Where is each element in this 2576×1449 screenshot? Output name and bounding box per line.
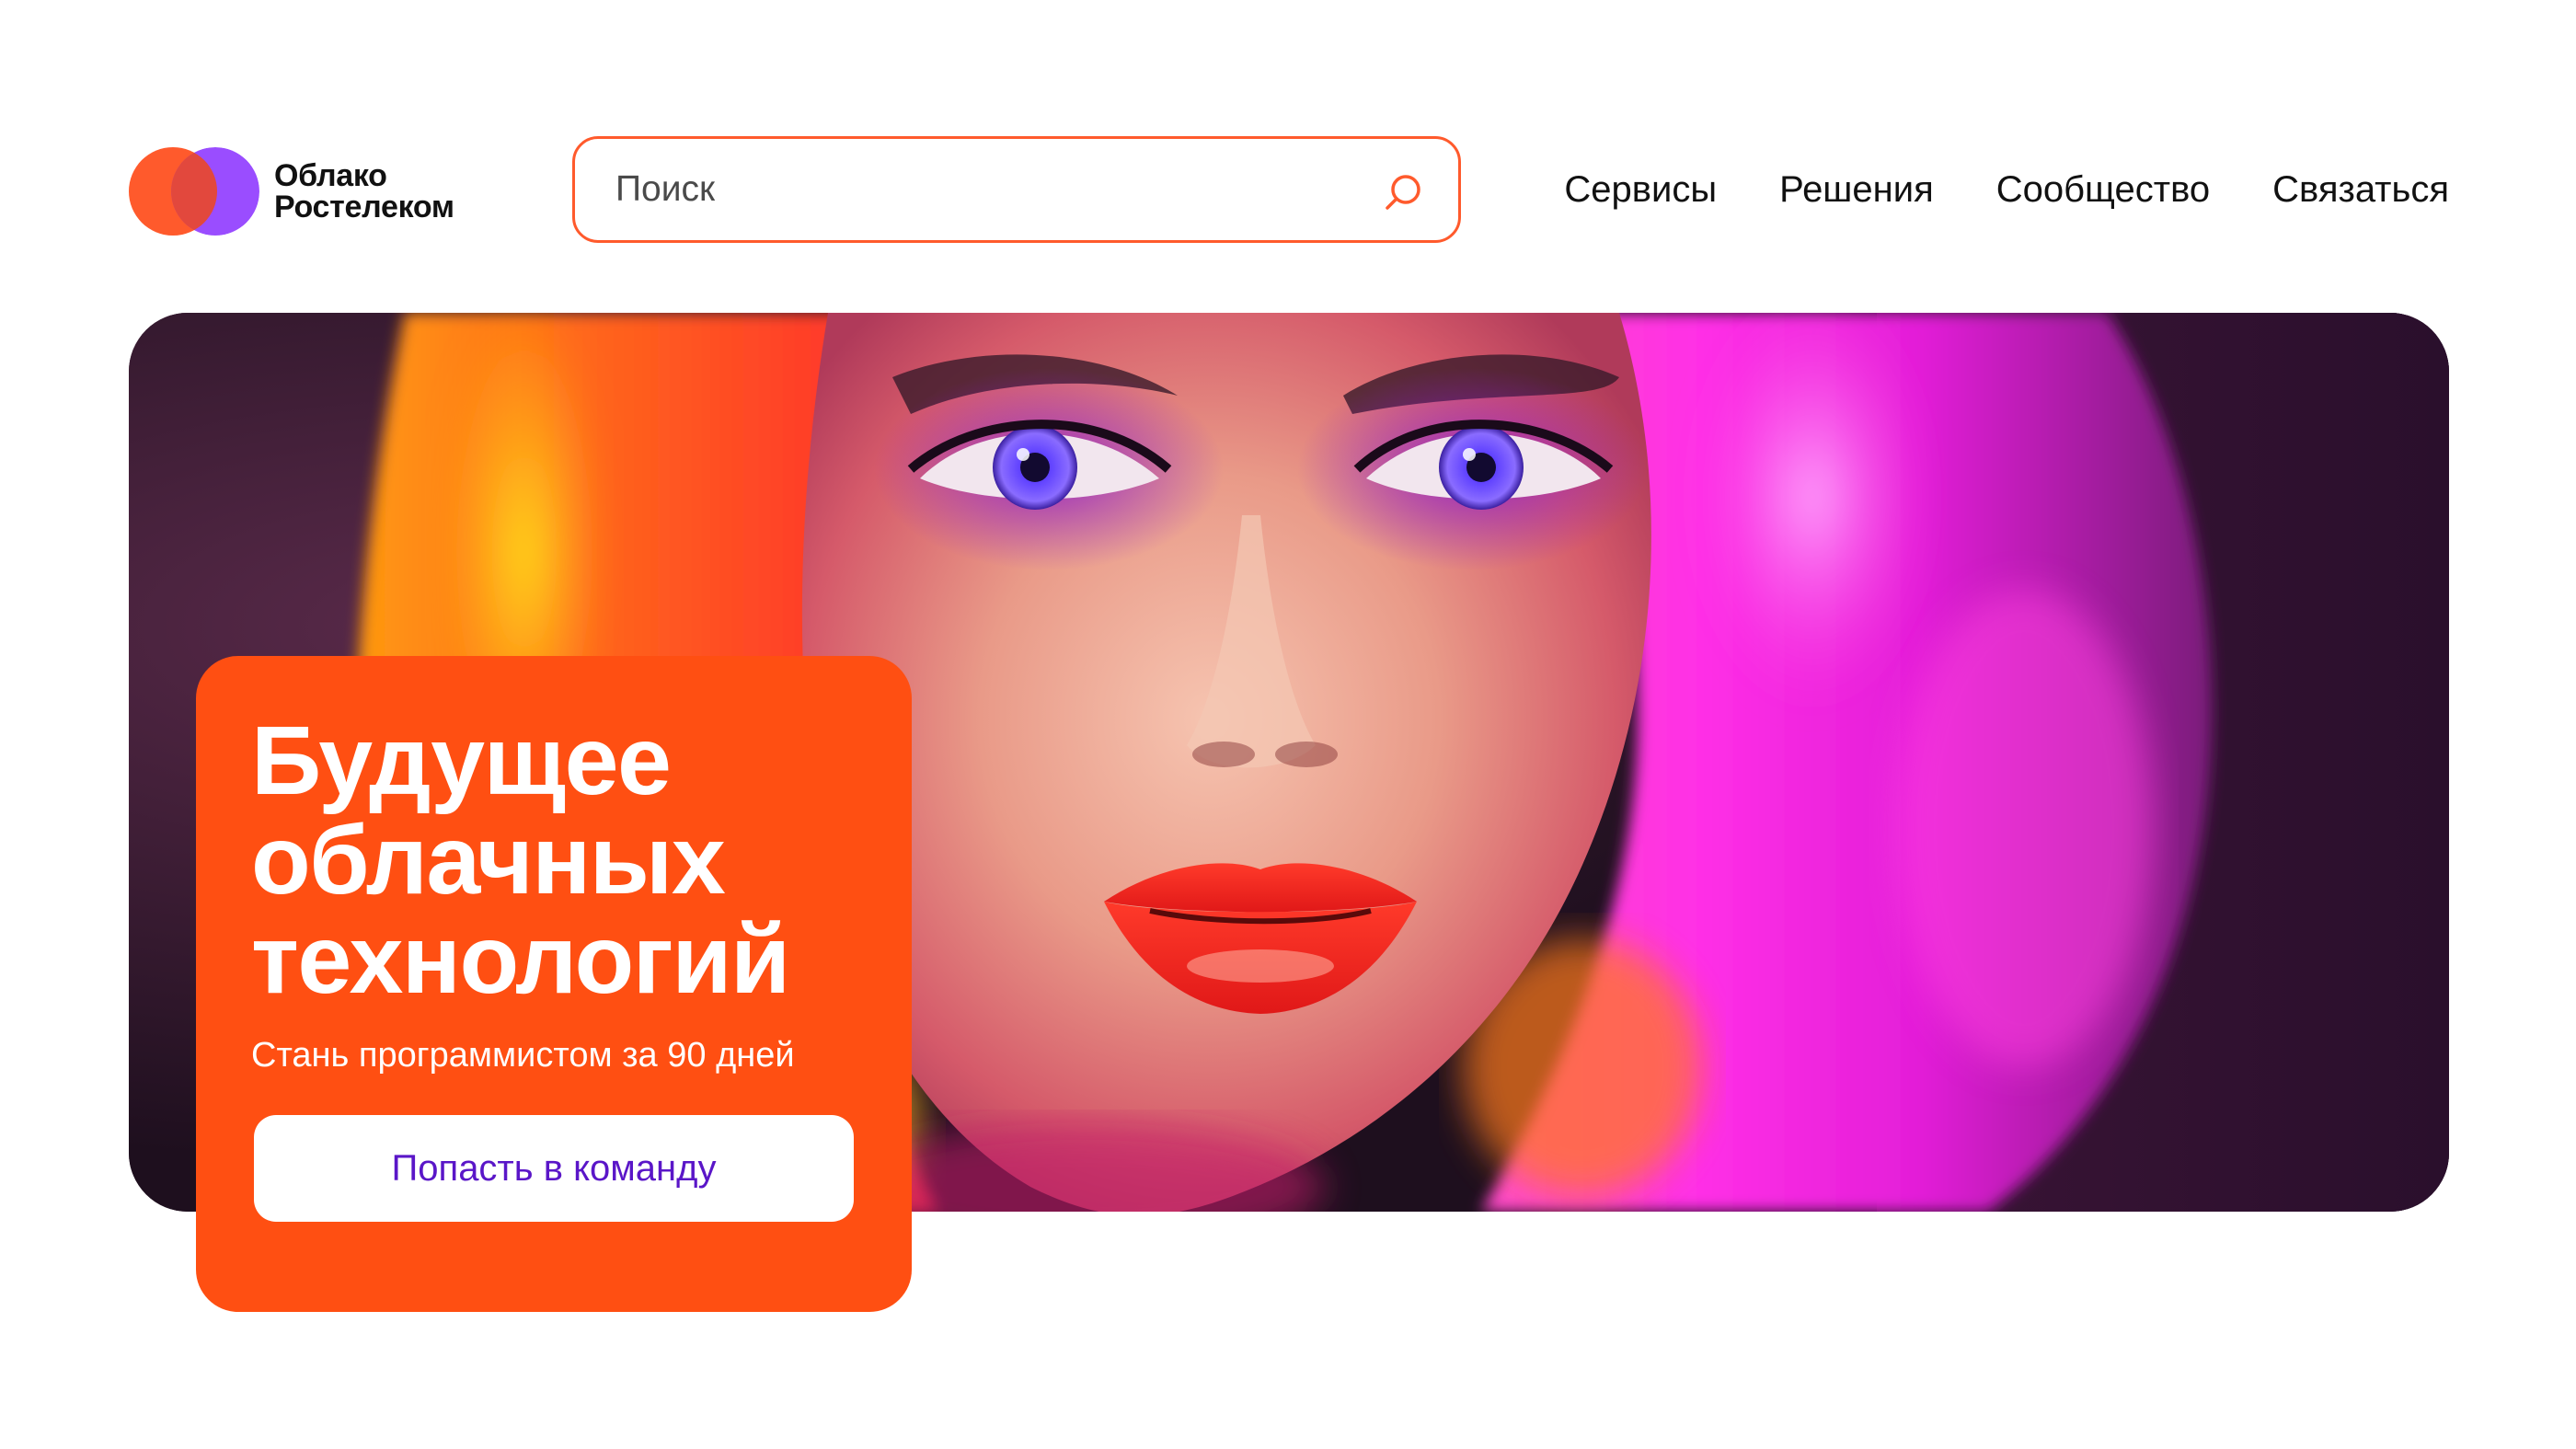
logo-icon	[129, 145, 261, 237]
promo-title-line-2: облачных	[251, 806, 726, 914]
promo-title-line-3: технологий	[251, 905, 790, 1014]
logo[interactable]: Облако Ростелеком	[129, 145, 454, 237]
nav-item-solutions[interactable]: Решения	[1779, 164, 1934, 215]
logo-wordmark: Облако Ростелеком	[274, 160, 454, 223]
logo-line-1: Облако	[274, 158, 387, 193]
page: Облако Ростелеком Сервисы Решения Сообще…	[0, 0, 2576, 1449]
join-team-button[interactable]: Попасть в команду	[254, 1115, 854, 1222]
promo-card: Будущее облачных технологий Стань програ…	[196, 656, 912, 1312]
nav-item-services[interactable]: Сервисы	[1564, 164, 1717, 215]
search-input[interactable]	[614, 161, 1317, 218]
main-nav: Сервисы Решения Сообщество Связаться	[1564, 164, 2449, 215]
promo-title: Будущее облачных технологий	[251, 711, 912, 1009]
nav-item-contact[interactable]: Связаться	[2272, 164, 2449, 215]
promo-subtitle: Стань программистом за 90 дней	[251, 1036, 795, 1075]
promo-title-line-1: Будущее	[251, 707, 672, 815]
search-box	[572, 136, 1461, 243]
logo-line-2: Ростелеком	[274, 190, 454, 224]
nav-item-community[interactable]: Сообщество	[1996, 164, 2210, 215]
search-icon[interactable]	[1383, 172, 1423, 213]
